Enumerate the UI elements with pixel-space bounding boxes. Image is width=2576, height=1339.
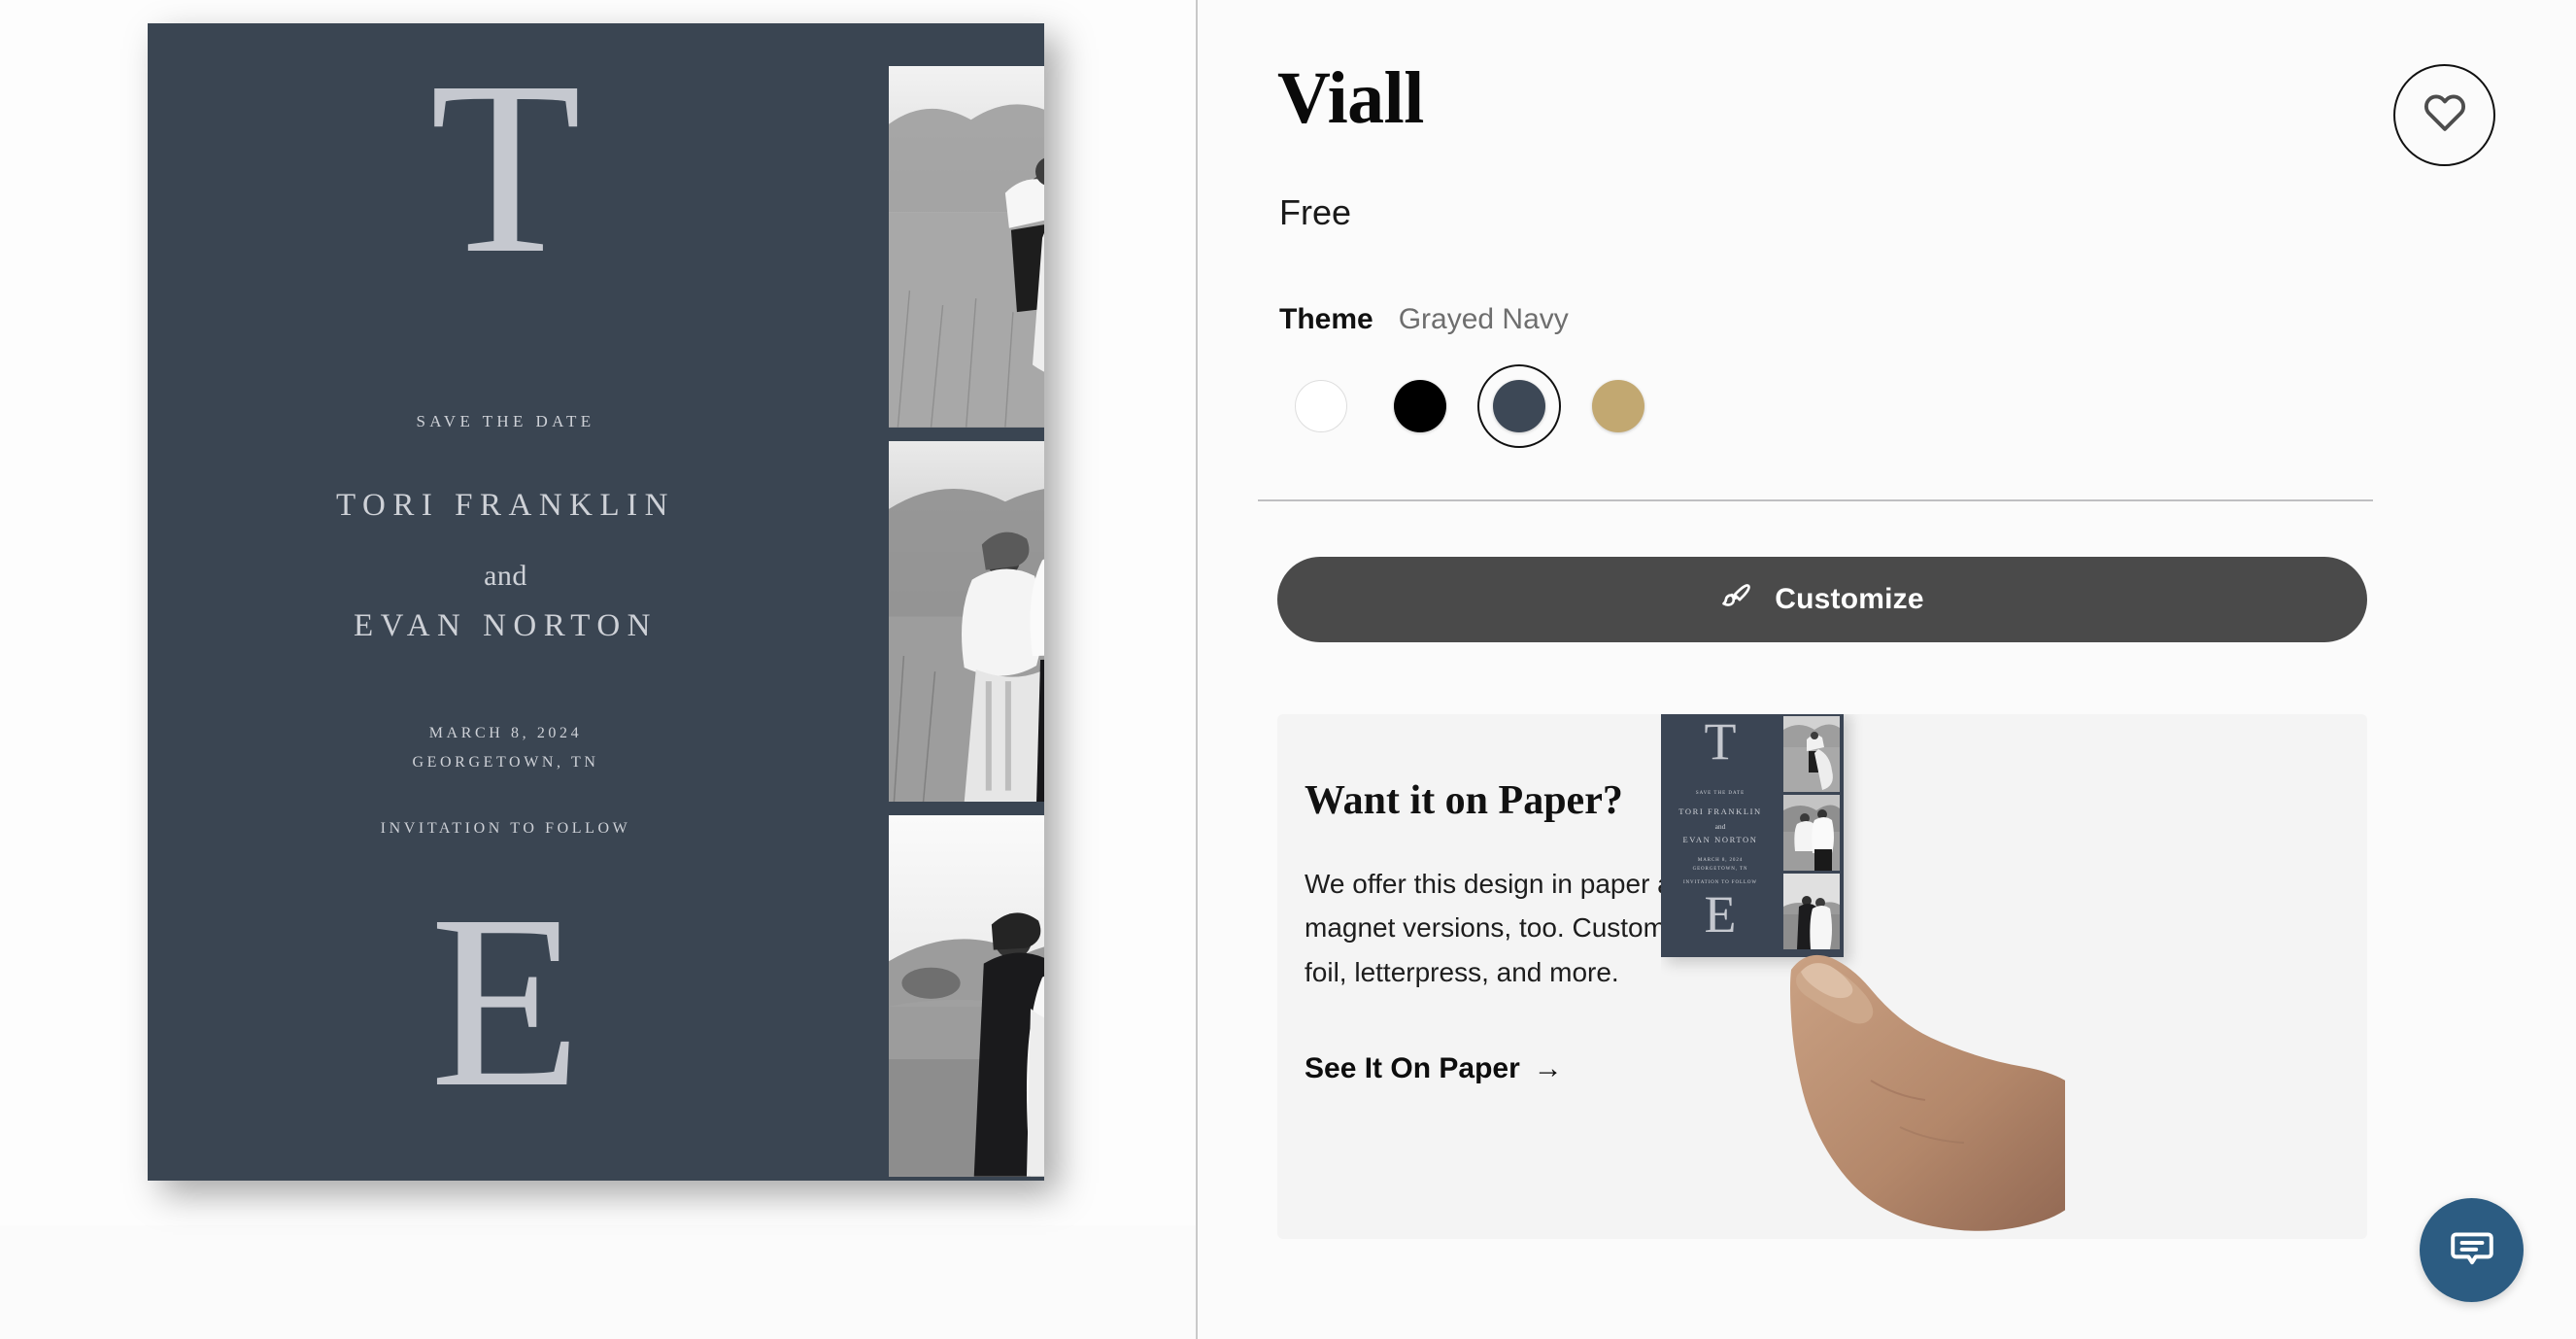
- card-save-the-date-label: SAVE THE DATE: [416, 412, 595, 430]
- paintbrush-icon: [1720, 581, 1753, 619]
- hand-illustration: [1790, 955, 2065, 1231]
- mini-card-conjunction: and: [1714, 822, 1726, 831]
- theme-swatch-grayed-navy[interactable]: [1477, 364, 1561, 448]
- theme-swatch-black[interactable]: [1378, 364, 1462, 448]
- card-photo-1: [889, 66, 1044, 428]
- arrow-right-icon: →: [1533, 1052, 1563, 1084]
- mini-card-name-second: EVAN NORTON: [1682, 835, 1758, 844]
- swatch-color-dot: [1394, 380, 1446, 432]
- card-monogram-bottom: E: [429, 865, 582, 1139]
- mini-card-save-the-date-label: SAVE THE DATE: [1695, 791, 1746, 796]
- chat-bubble-icon: [2448, 1223, 2496, 1277]
- mini-card-date: MARCH 8, 2024: [1697, 858, 1744, 863]
- theme-selected-name: Grayed Navy: [1398, 303, 1569, 335]
- paper-promo-panel: Want it on Paper? We offer this design i…: [1277, 714, 2367, 1239]
- design-detail-pane: Viall Free Theme Grayed Navy Customize W…: [1198, 0, 2576, 1339]
- swatch-color-dot: [1493, 380, 1545, 432]
- card-name-second: EVAN NORTON: [353, 608, 659, 643]
- card-conjunction: and: [484, 560, 527, 592]
- card-date: MARCH 8, 2024: [428, 725, 583, 741]
- paper-promo-image: T SAVE THE DATE TORI FRANKLIN and EVAN N…: [1661, 714, 2367, 1239]
- theme-swatch-gold[interactable]: [1576, 364, 1660, 448]
- card-photo-2: [889, 440, 1044, 803]
- mini-card-location: GEORGETOWN, TN: [1692, 867, 1748, 872]
- card-location: GEORGETOWN, TN: [412, 754, 599, 771]
- see-it-on-paper-link[interactable]: See It On Paper →: [1305, 1052, 1563, 1085]
- card-name-first: TORI FRANKLIN: [336, 488, 675, 523]
- mini-card-photo-1: [1783, 716, 1840, 792]
- paper-promo-heading: Want it on Paper?: [1305, 778, 1623, 823]
- card-text-column: T SAVE THE DATE TORI FRANKLIN and EVAN N…: [148, 23, 864, 1181]
- save-the-date-card-preview[interactable]: T SAVE THE DATE TORI FRANKLIN and EVAN N…: [148, 23, 1044, 1181]
- swatch-color-dot: [1592, 380, 1644, 432]
- customize-button[interactable]: Customize: [1277, 557, 2367, 642]
- card-follow-up-note: INVITATION TO FOLLOW: [380, 820, 631, 837]
- preview-stage: T SAVE THE DATE TORI FRANKLIN and EVAN N…: [0, 0, 1196, 1225]
- favorite-button[interactable]: [2393, 64, 2495, 166]
- see-it-on-paper-label: See It On Paper: [1305, 1052, 1520, 1084]
- theme-swatch-white[interactable]: [1279, 364, 1363, 448]
- customize-button-label: Customize: [1775, 583, 1924, 615]
- mini-card-name-first: TORI FRANKLIN: [1678, 807, 1762, 816]
- heart-icon: [2423, 91, 2466, 139]
- theme-label: Theme: [1279, 303, 1373, 335]
- swatch-color-dot: [1295, 380, 1347, 432]
- theme-row: Theme Grayed Navy: [1279, 303, 1569, 336]
- card-photo-strip: [889, 66, 1044, 1178]
- theme-swatch-list: [1279, 364, 1660, 448]
- card-monogram-top: T: [429, 31, 582, 305]
- mini-card-monogram-top: T: [1704, 714, 1737, 771]
- card-photo-3: [889, 815, 1044, 1178]
- section-divider: [1258, 499, 2373, 501]
- design-price: Free: [1279, 192, 1352, 232]
- mini-card-photo-2: [1783, 795, 1840, 871]
- design-preview-pane: T SAVE THE DATE TORI FRANKLIN and EVAN N…: [0, 0, 1198, 1339]
- page-title: Viall: [1277, 57, 1424, 139]
- chat-launcher-button[interactable]: [2420, 1198, 2524, 1302]
